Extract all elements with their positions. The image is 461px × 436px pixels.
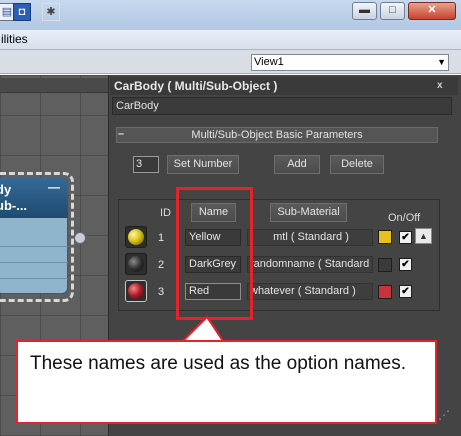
material-count-input[interactable]: 3: [133, 156, 159, 173]
row-id: 2: [158, 259, 165, 271]
material-name-field[interactable]: CarBody: [112, 97, 452, 115]
panel-title: CarBody ( Multi/Sub-Object ): [110, 77, 458, 95]
node-slot-divider: [0, 246, 68, 247]
add-button[interactable]: Add: [274, 155, 320, 174]
node-slot-divider: [0, 278, 68, 279]
chevron-down-icon: ▼: [437, 57, 446, 67]
node-title-line2: ub-...: [0, 198, 28, 213]
sub-material-button[interactable]: mtl ( Standard ): [247, 229, 373, 246]
row-id: 1: [158, 232, 165, 244]
rollout-toggle[interactable]: –: [118, 127, 124, 141]
material-preview-ball: [128, 283, 144, 299]
view-select[interactable]: View1 ▼: [251, 54, 449, 71]
view-tab-strip: [0, 78, 108, 93]
material-preview-ball: [128, 229, 144, 245]
material-preview-ball: [128, 256, 144, 272]
menu-bar: ilities: [0, 30, 461, 50]
sample-slot-1[interactable]: [125, 226, 147, 248]
scroll-up-button[interactable]: ▲: [415, 228, 432, 244]
on-off-checkbox[interactable]: ✔: [399, 231, 412, 244]
color-swatch[interactable]: [378, 285, 392, 299]
on-off-checkbox[interactable]: ✔: [399, 285, 412, 298]
sub-material-button[interactable]: whatever ( Standard ): [247, 283, 373, 300]
set-number-button[interactable]: Set Number: [167, 155, 239, 174]
color-swatch[interactable]: [378, 230, 392, 244]
minimize-button[interactable]: ▬: [352, 2, 377, 20]
maximize-button[interactable]: □: [380, 2, 405, 20]
color-swatch[interactable]: [378, 258, 392, 272]
node-output-socket[interactable]: [74, 232, 86, 244]
parameter-editor-icon[interactable]: ◘: [13, 3, 31, 21]
sample-slot-3[interactable]: [125, 280, 147, 302]
rollout-header[interactable]: Multi/Sub-Object Basic Parameters: [116, 127, 438, 143]
material-map-navigator-icon[interactable]: ✱: [42, 3, 60, 21]
panel-close-button[interactable]: x: [437, 80, 443, 91]
sample-slot-2[interactable]: [125, 253, 147, 275]
node-collapse-button[interactable]: —: [48, 180, 60, 194]
close-window-button[interactable]: ✕: [408, 2, 456, 20]
node-slot-divider: [0, 262, 68, 263]
delete-button[interactable]: Delete: [330, 155, 384, 174]
row-id: 3: [158, 286, 165, 298]
callout-text: These names are used as the option names…: [30, 353, 407, 374]
annotation-callout: These names are used as the option names…: [16, 340, 437, 424]
sub-material-button[interactable]: randomname ( Standard ): [247, 256, 373, 273]
annotation-highlight-box: [176, 187, 253, 320]
resize-grip-icon[interactable]: ⋰: [438, 408, 450, 422]
menu-item-utilities[interactable]: ilities: [1, 32, 28, 46]
on-off-checkbox[interactable]: ✔: [399, 258, 412, 271]
